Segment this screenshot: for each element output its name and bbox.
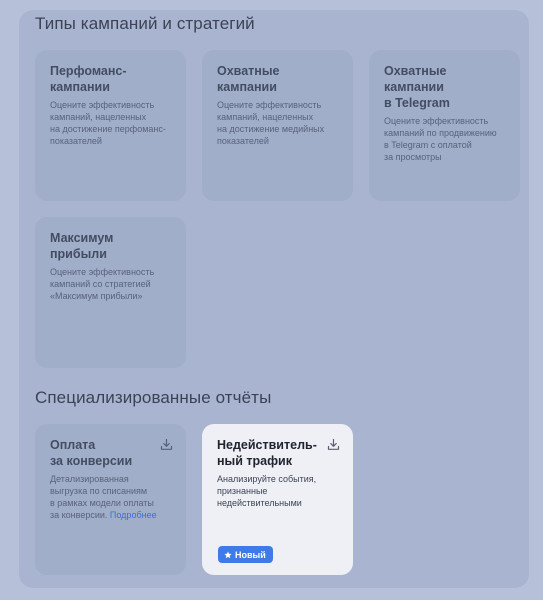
- card-title: Охватные кампании: [217, 64, 280, 94]
- section-title-special-reports: Специализированные отчёты: [35, 388, 272, 407]
- card-title: Охватные кампании в Telegram: [384, 64, 450, 110]
- card-telegram[interactable]: Охватные кампании в Telegram Оцените эфф…: [369, 50, 520, 201]
- card-description: Анализируйте события, признанные недейст…: [217, 474, 317, 508]
- card-description: Оцените эффективность кампаний со страте…: [50, 267, 155, 301]
- card-description: Детализированная выгрузка по списаниям в…: [50, 473, 172, 521]
- card-max-profit[interactable]: Максимум прибыли Оцените эффективность к…: [35, 217, 186, 368]
- star-icon: [224, 550, 232, 558]
- download-icon[interactable]: [327, 438, 340, 451]
- card-title: Оплата за конверсии: [50, 438, 133, 468]
- card-description: Оцените эффективность кампаний, нацеленн…: [50, 100, 166, 146]
- card-title: Максимум прибыли: [50, 231, 114, 261]
- badge-label: Новый: [235, 549, 266, 560]
- download-icon[interactable]: [160, 438, 173, 451]
- new-badge: Новый: [218, 546, 273, 563]
- card-reach[interactable]: Охватные кампании Оцените эффективность …: [202, 50, 353, 201]
- card-description: Оцените эффективность кампаний по продви…: [384, 116, 497, 162]
- card-title: Недействитель- ный трафик: [217, 438, 317, 468]
- card-title: Перфоманс- кампании: [50, 64, 127, 94]
- more-link[interactable]: Подробнее: [110, 510, 157, 520]
- card-description: Оцените эффективность кампаний, нацеленн…: [217, 100, 325, 146]
- card-performance[interactable]: Перфоманс- кампании Оцените эффективност…: [35, 50, 186, 201]
- card-conversion-payment[interactable]: Оплата за конверсии Детализированная выг…: [35, 424, 186, 575]
- section-title-campaigns: Типы кампаний и стратегий: [35, 14, 255, 33]
- card-invalid-traffic[interactable]: Недействитель- ный трафик Анализируйте с…: [202, 424, 353, 575]
